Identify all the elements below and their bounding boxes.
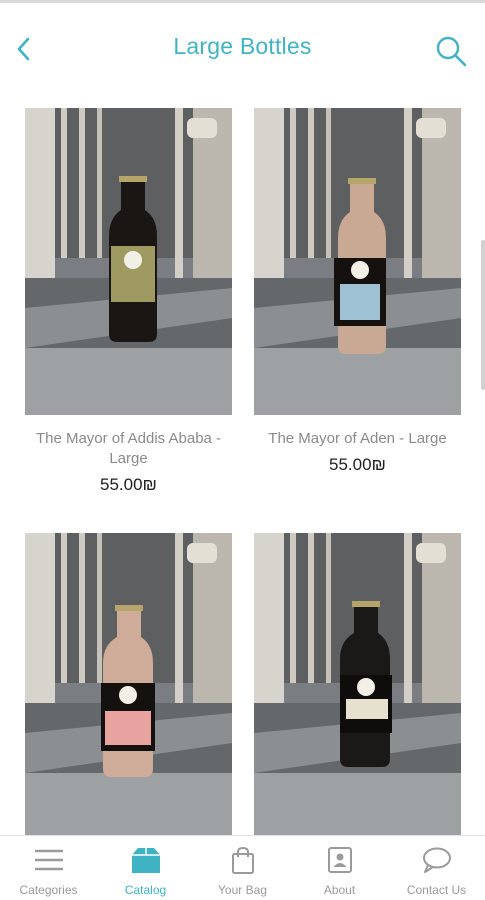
product-price: 55.00₪ [100,475,157,494]
tab-your-bag[interactable]: Your Bag [194,836,291,900]
id-card-icon [324,846,356,874]
tab-label: Categories [19,883,78,897]
search-icon [436,36,467,67]
product-name[interactable]: The Mayor of Addis Ababa - Large [25,429,232,469]
product-image[interactable] [25,533,232,835]
bottle-photo [254,533,461,835]
chat-icon [421,846,453,874]
product-name[interactable]: The Mayor of Aden - Large [254,429,461,449]
bottle-label [346,699,388,719]
tab-label: Contact Us [406,883,467,897]
product-image[interactable] [25,108,232,415]
tab-label: Your Bag [218,883,267,897]
bag-icon [227,846,259,874]
tab-contact-us[interactable]: Contact Us [388,836,485,900]
bottle-photo [25,108,232,415]
product-card[interactable] [25,533,232,835]
app-header: Large Bottles [0,3,485,93]
page-title: Large Bottles [173,33,312,59]
product-price: 55.00₪ [329,455,386,474]
box-icon [130,846,162,874]
tab-label: About [323,883,356,897]
product-grid: The Mayor of Addis Ababa - Large 55.00₪ [0,93,485,835]
bottom-tab-bar: Categories Catalog Your Bag About Contac… [0,835,485,900]
scrollbar[interactable] [481,240,485,390]
bottle-label [105,711,151,745]
product-card[interactable] [254,533,461,835]
tab-label: Catalog [124,883,167,897]
tab-catalog[interactable]: Catalog [97,836,194,900]
tab-about[interactable]: About [291,836,388,900]
product-image[interactable] [254,108,461,415]
menu-icon [33,846,65,874]
search-button[interactable] [431,31,471,71]
bottle-photo [254,108,461,415]
product-card[interactable]: The Mayor of Aden - Large 55.00₪ [254,108,461,475]
bottle-label [340,284,380,320]
product-card[interactable]: The Mayor of Addis Ababa - Large 55.00₪ [25,108,232,495]
tab-categories[interactable]: Categories [0,836,97,900]
bottle-photo [25,533,232,835]
product-image[interactable] [254,533,461,835]
